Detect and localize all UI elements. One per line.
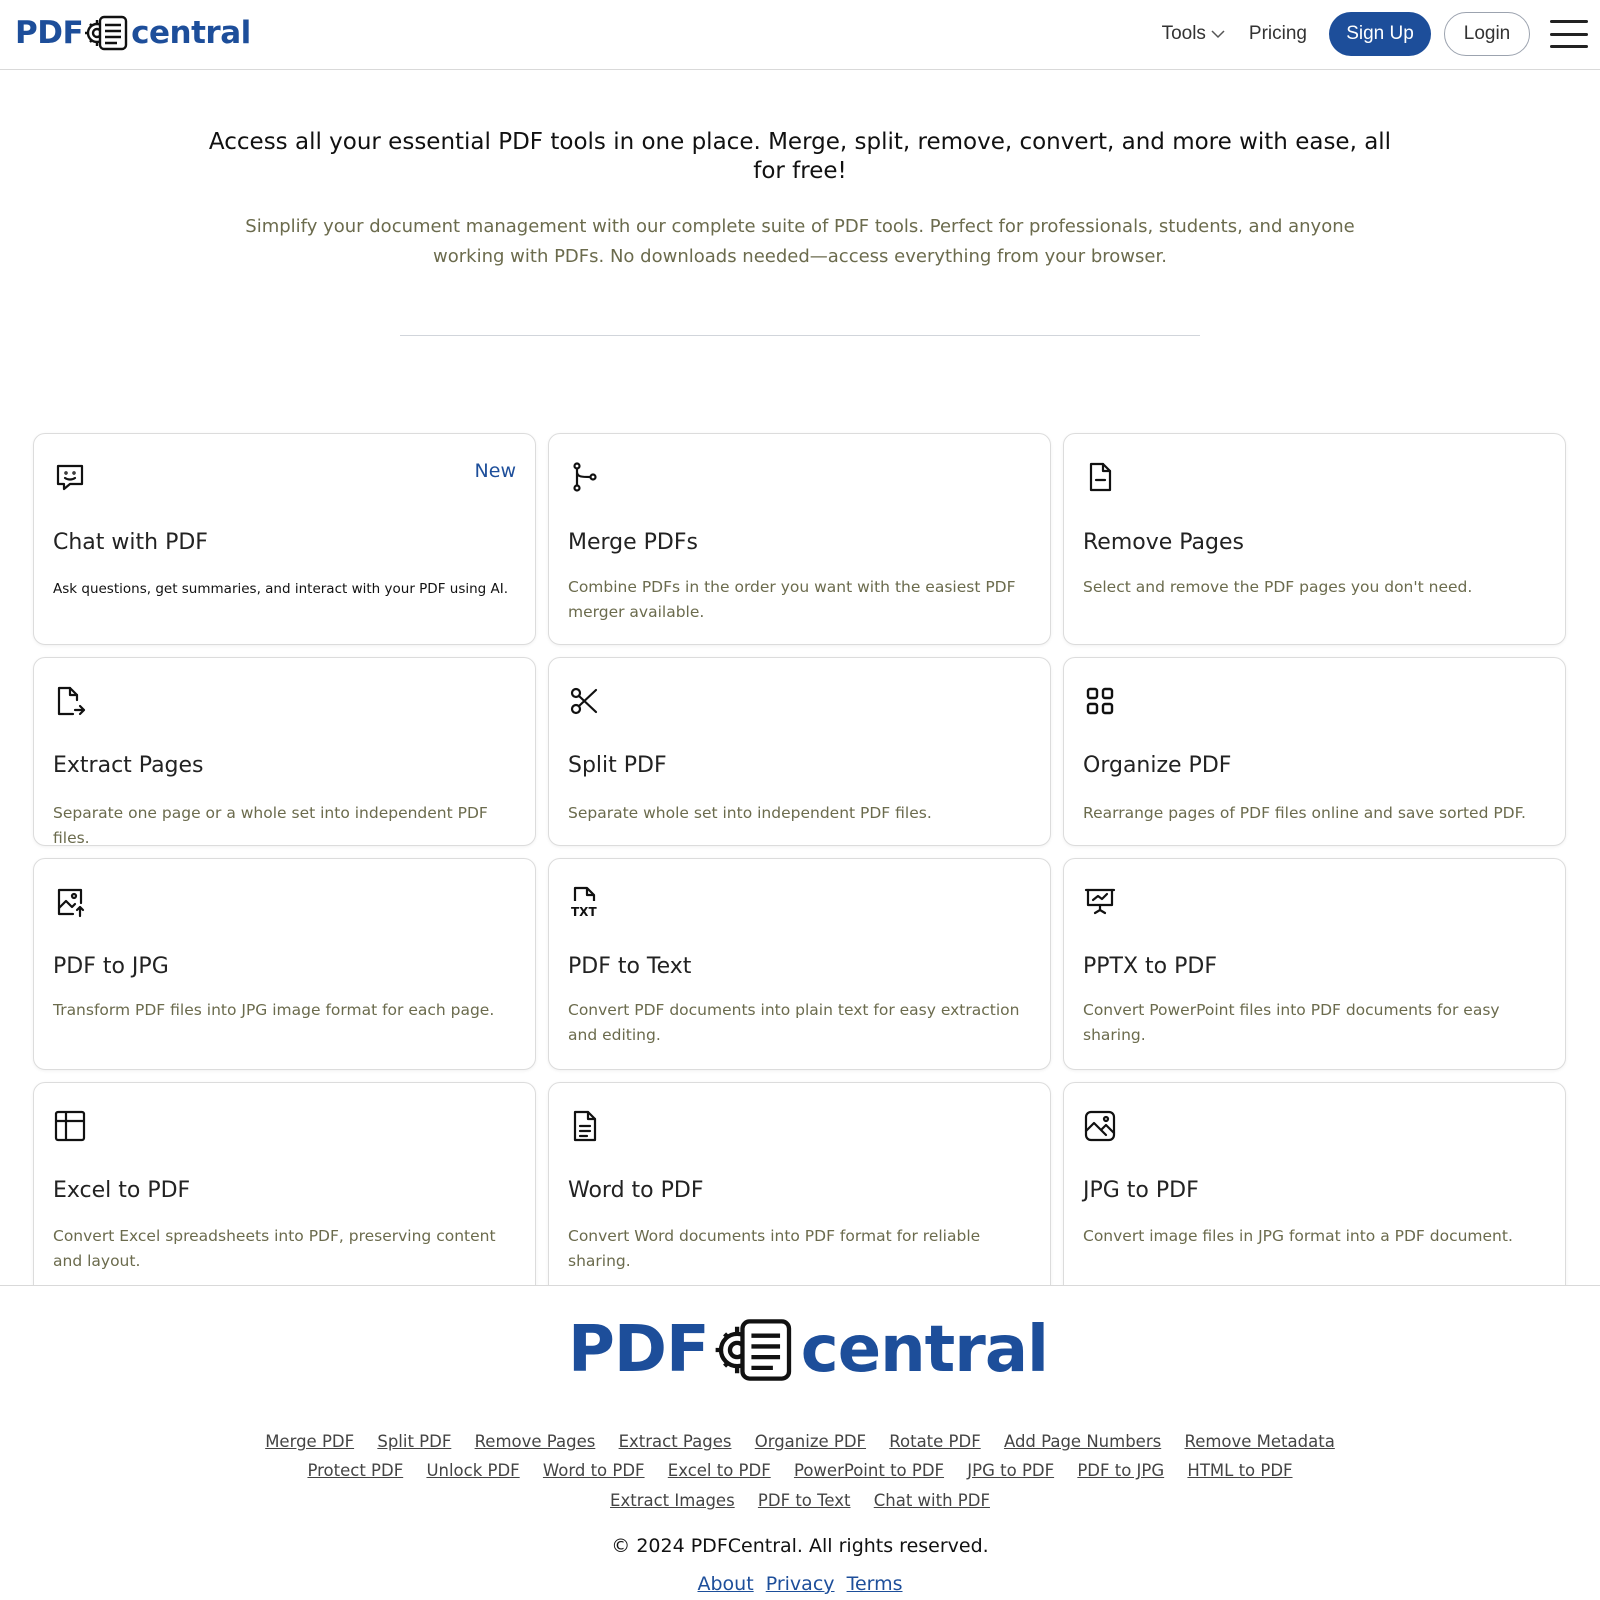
card-title: Split PDF (568, 753, 667, 778)
new-badge: New (474, 460, 516, 482)
card-description: Convert image files in JPG format into a… (1083, 1227, 1513, 1245)
footer-link[interactable]: Extract Pages (619, 1432, 732, 1451)
card-description: Rearrange pages of PDF files online and … (1083, 804, 1526, 822)
card-title: PPTX to PDF (1083, 954, 1217, 979)
logo-text-pdf: PDF (568, 1313, 710, 1387)
logo-gear-document-icon (713, 1316, 797, 1384)
footer-links-row-2: Protect PDF Unlock PDF Word to PDF Excel… (0, 1461, 1600, 1480)
card-description: Convert Word documents into PDF format f… (568, 1227, 981, 1270)
footer-links-row-3: Extract Images PDF to Text Chat with PDF (0, 1491, 1600, 1510)
logo-text-pdf: PDF (15, 15, 84, 51)
sign-up-button[interactable]: Sign Up (1329, 12, 1431, 56)
tools-menu-label: Tools (1161, 23, 1206, 44)
footer-link[interactable]: PDF to Text (758, 1491, 851, 1510)
chevron-down-icon (1211, 30, 1225, 39)
footer-link[interactable]: Chat with PDF (874, 1491, 990, 1510)
card-title: Remove Pages (1083, 530, 1244, 555)
tool-card-extract-pages[interactable]: Extract Pages Separate one page or a who… (33, 657, 536, 847)
main-nav: Tools Pricing Sign Up Login (1162, 12, 1600, 56)
card-title: Extract Pages (53, 753, 204, 778)
tool-card-pdf-to-jpg[interactable]: PDF to JPG Transform PDF files into JPG … (33, 858, 536, 1070)
card-title: Excel to PDF (53, 1178, 191, 1203)
footer-link[interactable]: HTML to PDF (1187, 1461, 1292, 1480)
card-description: Select and remove the PDF pages you don'… (1083, 578, 1473, 596)
copyright-text: © 2024 PDFCentral. All rights reserved. (611, 1535, 989, 1557)
tools-menu[interactable]: Tools (1162, 23, 1225, 45)
table-icon (53, 1109, 87, 1143)
tool-card-chat-with-pdf[interactable]: New Chat with PDF Ask questions, get sum… (33, 433, 536, 645)
footer-link[interactable]: PDF to JPG (1077, 1461, 1164, 1480)
presentation-icon (1083, 885, 1117, 919)
logo[interactable]: PDF central (15, 14, 251, 52)
txt-file-icon: TXT (568, 885, 602, 919)
hero-divider (400, 335, 1200, 336)
card-description: Convert PowerPoint files into PDF docume… (1083, 1001, 1500, 1044)
footer-link[interactable]: Remove Metadata (1184, 1432, 1334, 1451)
terms-link[interactable]: Terms (847, 1573, 903, 1595)
card-description: Combine PDFs in the order you want with … (568, 578, 1016, 621)
svg-text:TXT: TXT (571, 905, 597, 919)
grid-icon (1083, 684, 1117, 718)
footer-link[interactable]: Organize PDF (755, 1432, 866, 1451)
footer-link[interactable]: Merge PDF (265, 1432, 354, 1451)
site-header: PDF central Tools Pricing Sign Up Login (0, 0, 1600, 70)
scissors-icon (568, 684, 602, 718)
footer-link[interactable]: Extract Images (610, 1491, 735, 1510)
card-description: Transform PDF files into JPG image forma… (53, 1001, 495, 1019)
footer-links-row-1: Merge PDF Split PDF Remove Pages Extract… (0, 1432, 1600, 1451)
footer-link[interactable]: JPG to PDF (967, 1461, 1054, 1480)
card-description: Separate one page or a whole set into in… (53, 804, 488, 847)
merge-icon (568, 460, 602, 494)
hamburger-menu-icon[interactable] (1550, 20, 1588, 48)
document-icon (568, 1109, 602, 1143)
footer-link[interactable]: Word to PDF (543, 1461, 645, 1480)
card-title: PDF to JPG (53, 954, 169, 979)
card-title: Merge PDFs (568, 530, 698, 555)
card-title: JPG to PDF (1083, 1178, 1199, 1203)
tool-card-organize-pdf[interactable]: Organize PDF Rearrange pages of PDF file… (1063, 657, 1566, 846)
chat-icon (53, 460, 87, 494)
footer-link[interactable]: Split PDF (377, 1432, 451, 1451)
card-title: PDF to Text (568, 954, 692, 979)
tool-card-split-pdf[interactable]: Split PDF Separate whole set into indepe… (548, 657, 1051, 846)
card-description: Ask questions, get summaries, and intera… (53, 581, 509, 597)
tool-card-pdf-to-text[interactable]: TXT PDF to Text Convert PDF documents in… (548, 858, 1051, 1070)
hero-title: Access all your essential PDF tools in o… (208, 129, 1392, 184)
logo-text-central: central (131, 15, 251, 51)
tool-card-merge-pdfs[interactable]: Merge PDFs Combine PDFs in the order you… (548, 433, 1051, 645)
hero-subtitle: Simplify your document management with o… (245, 216, 1355, 267)
card-title: Organize PDF (1083, 753, 1232, 778)
privacy-link[interactable]: Privacy (766, 1573, 835, 1595)
card-description: Convert Excel spreadsheets into PDF, pre… (53, 1227, 496, 1270)
pricing-link[interactable]: Pricing (1249, 23, 1307, 45)
card-description: Separate whole set into independent PDF … (568, 804, 932, 822)
card-title: Word to PDF (568, 1178, 704, 1203)
footer-link[interactable]: Remove Pages (475, 1432, 596, 1451)
logo-gear-document-icon (84, 14, 130, 52)
tool-card-remove-pages[interactable]: Remove Pages Select and remove the PDF p… (1063, 433, 1566, 645)
footer-link[interactable]: Protect PDF (307, 1461, 403, 1480)
footer-link[interactable]: Unlock PDF (426, 1461, 519, 1480)
footer-link[interactable]: Excel to PDF (668, 1461, 771, 1480)
remove-file-icon (1083, 460, 1117, 494)
extract-file-icon (53, 684, 87, 718)
login-button[interactable]: Login (1444, 12, 1530, 56)
image-icon (1083, 1109, 1117, 1143)
bottom-links: About Privacy Terms (0, 1573, 1600, 1595)
tool-card-pptx-to-pdf[interactable]: PPTX to PDF Convert PowerPoint files int… (1063, 858, 1566, 1070)
about-link[interactable]: About (697, 1573, 753, 1595)
card-description: Convert PDF documents into plain text fo… (568, 1001, 1020, 1044)
logo-text-central: central (800, 1313, 1049, 1387)
footer-link[interactable]: Rotate PDF (889, 1432, 980, 1451)
footer-link[interactable]: PowerPoint to PDF (794, 1461, 944, 1480)
card-title: Chat with PDF (53, 530, 208, 555)
footer-logo[interactable]: PDF central (568, 1313, 1049, 1387)
footer-link[interactable]: Add Page Numbers (1004, 1432, 1161, 1451)
image-upload-icon (53, 885, 87, 919)
